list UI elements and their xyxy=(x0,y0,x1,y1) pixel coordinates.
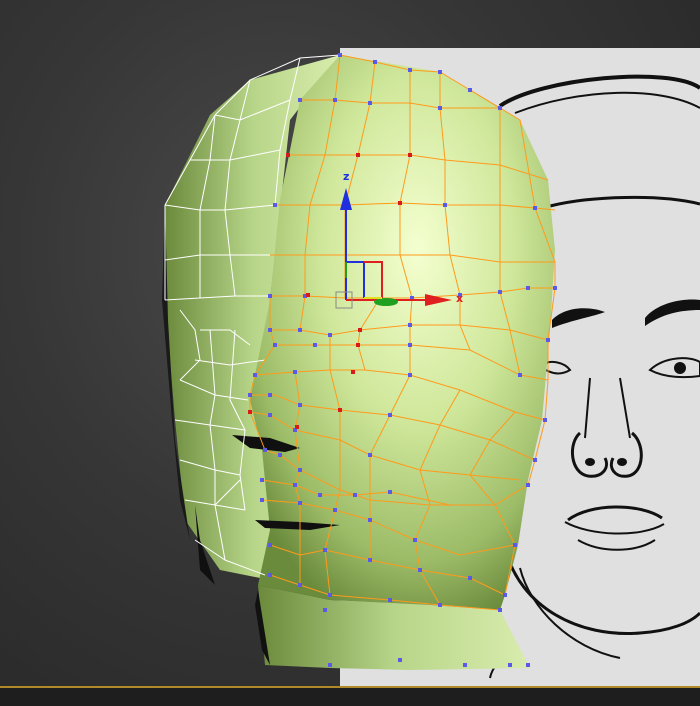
3d-viewport[interactable]: z x xyxy=(0,0,700,706)
viewport-bottom-bar xyxy=(0,688,700,706)
gizmo-y-axis[interactable] xyxy=(374,298,398,306)
gizmo-plane-handles[interactable] xyxy=(345,261,383,299)
transform-gizmo[interactable]: z x xyxy=(0,0,700,706)
gizmo-z-axis[interactable]: z xyxy=(340,170,352,300)
axis-x-label: x xyxy=(456,292,463,305)
axis-z-label: z xyxy=(343,170,349,183)
